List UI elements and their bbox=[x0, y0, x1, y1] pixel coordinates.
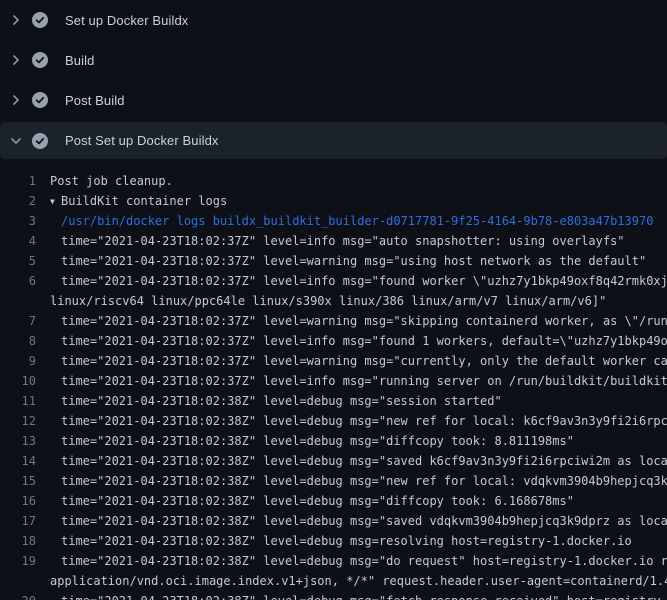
step-success-check-icon bbox=[32, 52, 48, 68]
log-text: time="2021-04-23T18:02:37Z" level=warnin… bbox=[61, 311, 667, 331]
log-line-number[interactable]: 2 bbox=[0, 191, 36, 211]
log-line-number[interactable]: 5 bbox=[0, 251, 36, 271]
chevron-down-icon bbox=[9, 134, 23, 148]
log-text: time="2021-04-23T18:02:38Z" level=debug … bbox=[61, 491, 574, 511]
log-line: 3/usr/bin/docker logs buildx_buildkit_bu… bbox=[0, 211, 667, 231]
group-expander-triangle-icon[interactable]: ▼ bbox=[50, 192, 61, 211]
log-text[interactable]: BuildKit container logs bbox=[61, 191, 227, 211]
step-row-set-up-docker-buildx[interactable]: Set up Docker Buildx bbox=[0, 0, 667, 40]
log-line-number[interactable]: 3 bbox=[0, 211, 36, 231]
log-line: 18 time="2021-04-23T18:02:38Z" level=debu… bbox=[0, 531, 667, 551]
log-line-number[interactable]: 4 bbox=[0, 231, 36, 251]
log-line-number[interactable]: 6 bbox=[0, 271, 36, 291]
log-line: 4 time="2021-04-23T18:02:37Z" level=info … bbox=[0, 231, 667, 251]
log-lines: 1 Post job cleanup. 2 ▼BuildKit container l… bbox=[0, 159, 667, 600]
log-text: time="2021-04-23T18:02:37Z" level=info m… bbox=[61, 231, 625, 251]
chevron-right-icon bbox=[9, 93, 23, 107]
step-label: Build bbox=[65, 53, 94, 68]
log-text: time="2021-04-23T18:02:38Z" level=debug … bbox=[61, 411, 667, 431]
log-line: 8 time="2021-04-23T18:02:37Z" level=info … bbox=[0, 331, 667, 351]
log-text: time="2021-04-23T18:02:37Z" level=warnin… bbox=[61, 251, 646, 271]
log-line: 7 time="2021-04-23T18:02:37Z" level=warni… bbox=[0, 311, 667, 331]
step-success-check-icon bbox=[32, 92, 48, 108]
log-line: 20 time="2021-04-23T18:02:38Z" level=debu… bbox=[0, 591, 667, 600]
log-line: application/vnd.oci.image.index.v1+json,… bbox=[0, 571, 667, 591]
log-line-number[interactable]: 10 bbox=[0, 371, 36, 391]
log-line-number[interactable]: 12 bbox=[0, 411, 36, 431]
log-text: time="2021-04-23T18:02:38Z" level=debug … bbox=[61, 591, 667, 600]
step-row-post-build[interactable]: Post Build bbox=[0, 80, 667, 120]
step-label: Set up Docker Buildx bbox=[65, 13, 188, 28]
log-line-number[interactable]: 17 bbox=[0, 511, 36, 531]
log-line: 11 time="2021-04-23T18:02:38Z" level=debu… bbox=[0, 391, 667, 411]
log-text: application/vnd.oci.image.index.v1+json,… bbox=[50, 571, 667, 591]
log-line-number[interactable]: 16 bbox=[0, 491, 36, 511]
step-success-check-icon bbox=[32, 12, 48, 28]
log-command-text: /usr/bin/docker logs buildx_buildkit_bui… bbox=[61, 211, 653, 231]
log-line: 12 time="2021-04-23T18:02:38Z" level=debu… bbox=[0, 411, 667, 431]
step-row-post-set-up-docker-buildx[interactable]: Post Set up Docker Buildx bbox=[0, 122, 667, 159]
log-text: linux/riscv64 linux/ppc64le linux/s390x … bbox=[50, 291, 606, 311]
log-text: time="2021-04-23T18:02:37Z" level=info m… bbox=[61, 371, 667, 391]
log-line-number[interactable]: 20 bbox=[0, 591, 36, 600]
log-text: time="2021-04-23T18:02:37Z" level=warnin… bbox=[61, 351, 667, 371]
chevron-right-icon bbox=[9, 13, 23, 27]
log-line-number[interactable]: 19 bbox=[0, 551, 36, 571]
log-text: time="2021-04-23T18:02:38Z" level=debug … bbox=[61, 471, 667, 491]
log-line: 2 ▼BuildKit container logs bbox=[0, 191, 667, 211]
step-label: Post Set up Docker Buildx bbox=[65, 133, 219, 148]
actions-log-viewer: Set up Docker Buildx Build Post Build bbox=[0, 0, 667, 600]
log-line-number[interactable]: 13 bbox=[0, 431, 36, 451]
step-label: Post Build bbox=[65, 93, 125, 108]
log-line: linux/riscv64 linux/ppc64le linux/s390x … bbox=[0, 291, 667, 311]
log-line-number[interactable]: 15 bbox=[0, 471, 36, 491]
log-line-number[interactable]: 1 bbox=[0, 171, 36, 191]
step-success-check-icon bbox=[32, 133, 48, 149]
step-list: Set up Docker Buildx Build Post Build bbox=[0, 0, 667, 159]
log-line: 19 time="2021-04-23T18:02:38Z" level=debu… bbox=[0, 551, 667, 571]
log-line: 1 Post job cleanup. bbox=[0, 171, 667, 191]
log-line-number[interactable]: 14 bbox=[0, 451, 36, 471]
log-text: time="2021-04-23T18:02:38Z" level=debug … bbox=[61, 451, 667, 471]
log-line: 10 time="2021-04-23T18:02:37Z" level=info… bbox=[0, 371, 667, 391]
log-line-number[interactable]: 9 bbox=[0, 351, 36, 371]
log-line-number[interactable]: 7 bbox=[0, 311, 36, 331]
log-text: time="2021-04-23T18:02:38Z" level=debug … bbox=[61, 391, 502, 411]
log-line: 14 time="2021-04-23T18:02:38Z" level=debu… bbox=[0, 451, 667, 471]
log-line: 17 time="2021-04-23T18:02:38Z" level=debu… bbox=[0, 511, 667, 531]
log-text: time="2021-04-23T18:02:38Z" level=debug … bbox=[61, 511, 667, 531]
chevron-right-icon bbox=[9, 53, 23, 67]
log-text: time="2021-04-23T18:02:37Z" level=info m… bbox=[61, 331, 667, 351]
log-line: 13 time="2021-04-23T18:02:38Z" level=debu… bbox=[0, 431, 667, 451]
log-line: 15 time="2021-04-23T18:02:38Z" level=debu… bbox=[0, 471, 667, 491]
log-text: time="2021-04-23T18:02:38Z" level=debug … bbox=[61, 531, 632, 551]
log-text: Post job cleanup. bbox=[50, 171, 173, 191]
log-line: 5 time="2021-04-23T18:02:37Z" level=warni… bbox=[0, 251, 667, 271]
log-line-number[interactable]: 18 bbox=[0, 531, 36, 551]
log-line: 6 time="2021-04-23T18:02:37Z" level=info … bbox=[0, 271, 667, 291]
log-text: time="2021-04-23T18:02:37Z" level=info m… bbox=[61, 271, 667, 291]
log-text: time="2021-04-23T18:02:38Z" level=debug … bbox=[61, 551, 667, 571]
log-line-number[interactable]: 8 bbox=[0, 331, 36, 351]
log-text: time="2021-04-23T18:02:38Z" level=debug … bbox=[61, 431, 574, 451]
step-row-build[interactable]: Build bbox=[0, 40, 667, 80]
log-line-number[interactable]: 11 bbox=[0, 391, 36, 411]
log-line: 16 time="2021-04-23T18:02:38Z" level=debu… bbox=[0, 491, 667, 511]
log-line: 9 time="2021-04-23T18:02:37Z" level=warni… bbox=[0, 351, 667, 371]
